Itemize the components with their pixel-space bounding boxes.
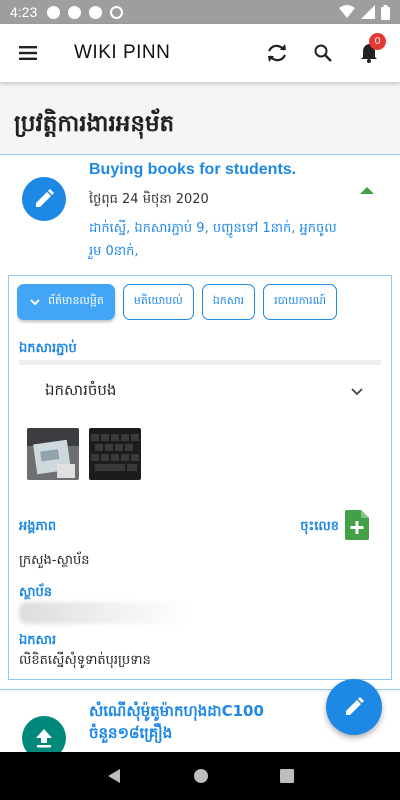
notification-dot-icon (89, 5, 103, 19)
tab-details[interactable]: ព័ត៌មានលម្អិត (17, 284, 115, 320)
signal-icon (361, 5, 375, 19)
notification-dot-icon (68, 5, 82, 19)
home-icon[interactable] (193, 768, 209, 784)
entity-value: ក្រសួង-ស្ថាប័ន (19, 553, 90, 568)
tab-comments[interactable]: មតិយោបល់ (122, 284, 194, 320)
collapse-arrow-icon[interactable] (360, 187, 374, 194)
compose-fab[interactable] (326, 679, 382, 735)
search-icon (314, 44, 332, 62)
detail-panel: ព័ត៌មានលម្អិត មតិយោបល់ ឯកសារ របាយការណ៍ ឯ… (8, 275, 392, 680)
tab-label: ឯកសារ (212, 294, 245, 307)
tab-label: មតិយោបល់ (133, 294, 183, 307)
chevron-down-icon (351, 388, 363, 396)
detail-tabs: ព័ត៌មានលម្អិត មតិយោបល់ ឯកសារ របាយការណ៍ (17, 284, 391, 324)
approval-item-card[interactable]: Buying books for students. ថ្ងៃពុធ 24 មិ… (0, 154, 400, 690)
document-select[interactable]: ឯកសារចំបង (19, 372, 381, 412)
tab-label: របាយការណ៍ (274, 294, 327, 307)
data-saver-icon (110, 5, 124, 19)
system-nav-bar (0, 752, 400, 800)
sign-label: ចុះលេខ (300, 519, 339, 534)
menu-button[interactable] (0, 24, 56, 82)
chevron-down-icon (30, 298, 40, 305)
add-document-icon[interactable] (345, 510, 369, 540)
edit-icon (346, 697, 364, 715)
attachment-thumbnail[interactable] (89, 428, 141, 480)
app-bar-actions: 0 (254, 24, 400, 82)
status-right (339, 4, 390, 20)
sync-button[interactable] (254, 24, 300, 82)
status-time: 4:23 (10, 4, 38, 20)
item-title: Buying books for students. (89, 161, 297, 178)
tab-reports[interactable]: របាយការណ៍ (263, 284, 338, 320)
search-button[interactable] (300, 24, 346, 82)
app-title: WIKI PINN (74, 42, 171, 63)
document-select-value: ឯកសារចំបង (45, 381, 117, 399)
keyboard-photo-icon (89, 428, 141, 480)
document-value: លិខិតស្នើសុំទូទាត់បុរប្រទាន (19, 653, 151, 668)
document-label: ឯកសារ (19, 633, 57, 648)
notifications-button[interactable]: 0 (346, 24, 392, 82)
institution-label: ស្ថាប័ន (19, 585, 53, 600)
item-meta: ដាក់ស្នើ, ឯកសារភ្ជាប់ 9, បញ្ជូនទៅ 1នាក់,… (89, 221, 337, 259)
divider (19, 360, 381, 365)
institution-value-redacted (19, 602, 189, 624)
item-title: សំណើសុំម៉ូតូម៉ាកហុងដាC100 ចំនួន១៨គ្រឿង (89, 702, 264, 742)
notification-count-badge: 0 (369, 33, 386, 50)
page-title: ប្រវត្តិការងារអនុម័ត (14, 111, 175, 137)
back-icon[interactable] (106, 768, 122, 784)
menu-icon (19, 46, 37, 60)
edit-icon (36, 189, 54, 207)
sync-icon (268, 44, 286, 62)
tab-documents[interactable]: ឯកសារ (201, 284, 256, 320)
upload-icon (36, 729, 52, 748)
item-avatar (22, 177, 66, 221)
app-bar: WIKI PINN 0 (0, 24, 400, 82)
notification-dot-icon (47, 5, 61, 19)
battery-icon (381, 4, 390, 20)
attachments-label: ឯកសារភ្ជាប់ (19, 341, 77, 356)
screen: 4:23 WIKI PINN 0 ប្រវត្តិការងារអនុម័ត Bu… (0, 0, 400, 800)
recents-icon[interactable] (280, 769, 295, 783)
wifi-icon (339, 5, 355, 18)
item-date: ថ្ងៃពុធ 24 មិថុនា 2020 (89, 192, 209, 207)
document-photo-icon (27, 428, 79, 480)
attachment-thumbnail[interactable] (27, 428, 79, 480)
entity-label: អង្គភាព (19, 519, 57, 534)
tab-label: ព័ត៌មានលម្អិត (48, 294, 104, 307)
status-bar: 4:23 (0, 0, 400, 24)
